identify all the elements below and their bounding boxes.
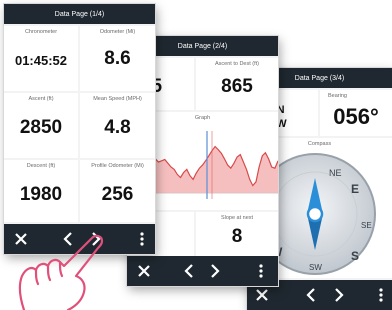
data-page-1-screen: Data Page (1/4) Chronometer 01:45:52 Odo… (4, 4, 155, 254)
more-options-button[interactable] (251, 256, 271, 286)
previous-button[interactable] (299, 280, 323, 310)
slope-field: Slope at next 8 (196, 212, 278, 256)
close-icon (256, 289, 268, 301)
profile-odometer-label: Profile Odometer (Mi) (91, 163, 144, 169)
odometer-field: Odometer (Mi) 8.6 (80, 26, 155, 91)
descent-value: 1980 (19, 184, 63, 205)
page-title: Data Page (1/4) (4, 4, 155, 24)
odometer-label: Odometer (Mi) (99, 29, 136, 35)
more-options-button[interactable] (132, 224, 152, 254)
next-button[interactable] (203, 256, 227, 286)
direction-ne: NE (329, 168, 342, 178)
tap-hand-illustration (18, 234, 104, 310)
odometer-value: 8.6 (104, 48, 131, 69)
direction-sw: SW (309, 263, 322, 272)
previous-button[interactable] (177, 256, 201, 286)
bottom-nav (127, 256, 278, 286)
more-options-button[interactable] (371, 280, 391, 310)
mean-speed-field: Mean Speed (MPH) 4.8 (80, 93, 155, 158)
close-icon (138, 265, 150, 277)
ascent-value: 2850 (19, 117, 63, 138)
chevron-left-icon (306, 288, 315, 302)
more-vertical-icon (259, 264, 263, 278)
ascent-to-dest-field: Ascent to Dest (ft) 865 (196, 58, 278, 110)
ascent-field: Ascent (ft) 2850 (4, 93, 78, 158)
bearing-field: Bearing 056° (320, 90, 392, 136)
profile-odometer-field: Profile Odometer (Mi) 256 (80, 160, 155, 222)
chevron-right-icon (335, 288, 344, 302)
chevron-left-icon (184, 264, 193, 278)
chronometer-value: 01:45:52 (14, 53, 68, 68)
mean-speed-label: Mean Speed (MPH) (93, 96, 142, 102)
direction-e: E (351, 182, 359, 196)
direction-se: SE (361, 221, 372, 230)
descent-label: Descent (ft) (26, 163, 56, 169)
profile-odometer-value: 256 (101, 184, 134, 205)
bearing-label: Bearing (328, 93, 347, 99)
more-vertical-icon (140, 232, 144, 246)
chronometer-field: Chronometer 01:45:52 (4, 26, 78, 91)
ascent-label: Ascent (ft) (28, 96, 54, 102)
chronometer-label: Chronometer (24, 29, 58, 35)
more-vertical-icon (379, 288, 383, 302)
next-button[interactable] (327, 280, 351, 310)
ascent-to-dest-value: 865 (221, 76, 253, 97)
mean-speed-value: 4.8 (104, 117, 131, 138)
descent-field: Descent (ft) 1980 (4, 160, 78, 222)
ascent-to-dest-label: Ascent to Dest (ft) (214, 61, 259, 67)
slope-value: 8 (231, 226, 243, 247)
direction-s: S (351, 249, 359, 263)
chevron-right-icon (211, 264, 220, 278)
close-button[interactable] (129, 256, 159, 286)
slope-label: Slope at next (220, 215, 254, 221)
bearing-value: 056° (333, 104, 379, 129)
